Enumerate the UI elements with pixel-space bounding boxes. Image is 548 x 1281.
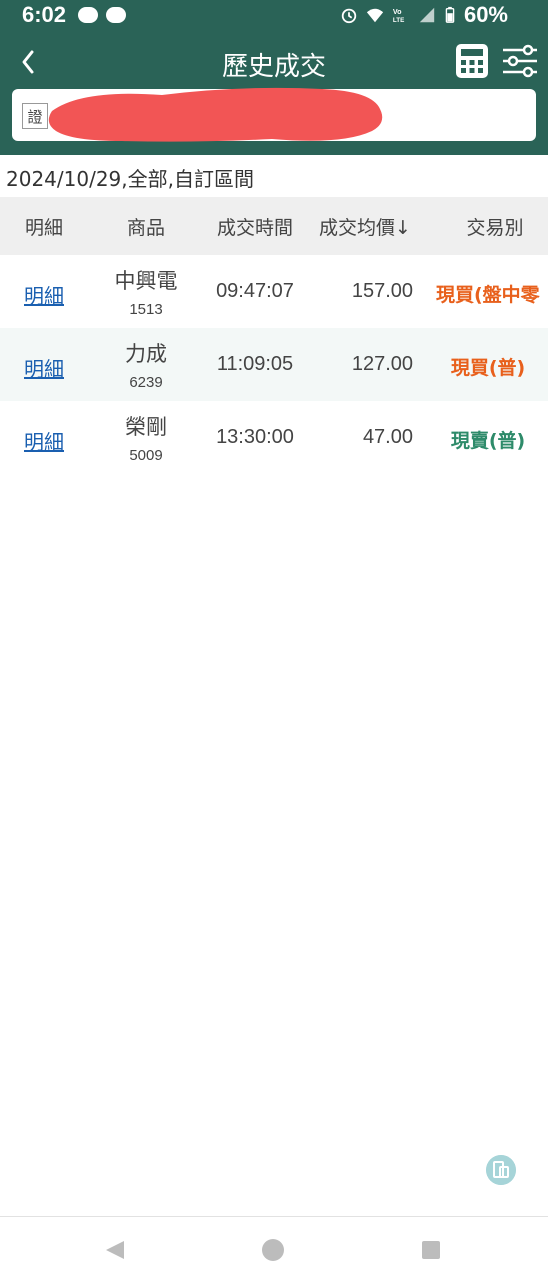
product-name: 力成: [125, 342, 167, 366]
avg-price: 47.00: [362, 426, 413, 448]
redaction-mark: [48, 87, 383, 142]
battery-icon: [445, 6, 455, 23]
trade-time: 13:30:00: [216, 426, 294, 448]
table-header: 明細 商品 成交時間 成交均價↓ 交易別: [0, 197, 548, 255]
trade-type: 現買(普): [450, 357, 526, 379]
status-time: 6:02: [22, 2, 67, 27]
trade-type: 現賣(普): [450, 430, 526, 452]
svg-text:Vo: Vo: [393, 7, 402, 16]
product-code: 1513: [129, 301, 163, 318]
line-app-icon: [106, 7, 126, 23]
table-row: 明細 榮剛 5009 13:30:00 47.00 現賣(普): [0, 401, 548, 474]
column-header-avg-price[interactable]: 成交均價↓: [310, 213, 420, 240]
cloud-icon: [78, 7, 98, 23]
status-right: Vo LTE 60%: [340, 2, 508, 28]
nav-recent-icon[interactable]: [422, 1241, 440, 1259]
detail-link[interactable]: 明細: [0, 280, 88, 309]
product-name: 榮剛: [125, 415, 167, 439]
account-selector[interactable]: 證: [12, 87, 536, 142]
float-action-icon[interactable]: [486, 1155, 516, 1185]
app-header: 歷史成交 證: [0, 32, 548, 155]
detail-link[interactable]: 明細: [0, 426, 88, 455]
volte-icon: VoLTE: [393, 7, 404, 24]
column-header-trade-type: 交易別: [466, 217, 524, 239]
product-code: 5009: [129, 447, 163, 464]
alarm-icon: [341, 8, 357, 24]
avg-price: 157.00: [351, 280, 413, 302]
trade-time: 09:47:07: [216, 280, 294, 302]
column-header-product: 商品: [126, 217, 165, 239]
product-name: 中興電: [114, 269, 178, 293]
signal-icon: [419, 7, 435, 23]
column-header-time: 成交時間: [216, 217, 293, 239]
svg-text:LTE: LTE: [393, 17, 404, 24]
table-row: 明細 力成 6239 11:09:05 127.00 現買(普): [0, 328, 548, 401]
trade-history-table: 明細 商品 成交時間 成交均價↓ 交易別 明細 中興電 1513 09:47:0…: [0, 197, 548, 474]
trade-type: 現買(盤中零: [436, 284, 540, 306]
detail-link[interactable]: 明細: [0, 353, 88, 382]
product-code: 6239: [129, 374, 163, 391]
trade-time: 11:09:05: [216, 353, 294, 375]
battery-percent: 60%: [463, 2, 508, 27]
system-nav-bar: [0, 1216, 548, 1281]
wifi-icon: [366, 8, 384, 23]
filter-sliders-icon[interactable]: [500, 42, 540, 80]
table-row: 明細 中興電 1513 09:47:07 157.00 現買(盤中零: [0, 255, 548, 328]
nav-back-icon[interactable]: [104, 1239, 126, 1261]
avg-price: 127.00: [351, 353, 413, 375]
status-bar: 6:02 Vo LTE 60%: [0, 0, 548, 32]
filter-summary: 2024/10/29,全部,自訂區間: [6, 167, 254, 191]
column-header-detail: 明細: [24, 217, 63, 239]
calculator-icon[interactable]: [454, 42, 490, 80]
nav-home-icon[interactable]: [262, 1239, 284, 1261]
notification-icons: [78, 7, 126, 23]
